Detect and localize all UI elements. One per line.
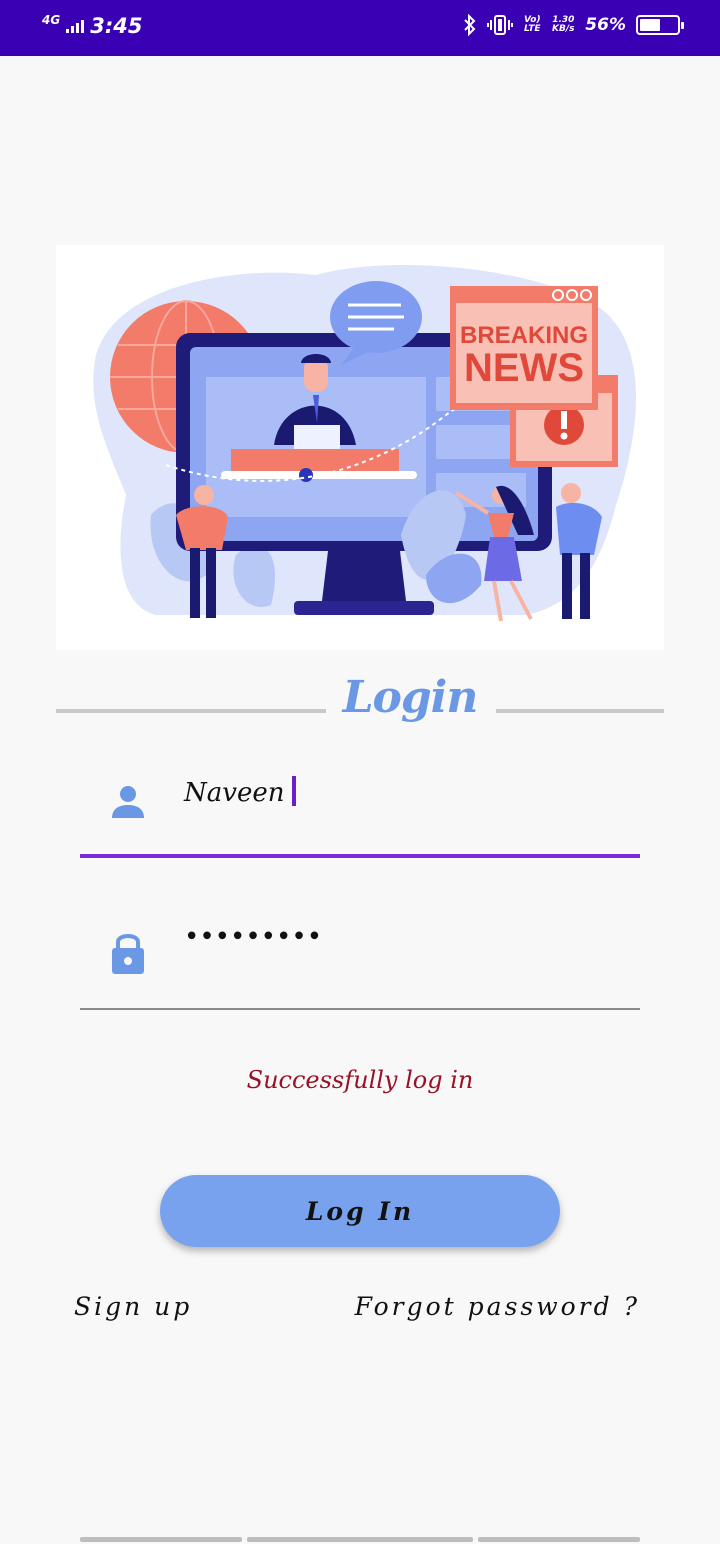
vibrate-icon (487, 15, 514, 35)
person-icon (112, 786, 144, 818)
password-field[interactable]: ••••••••• (80, 910, 640, 1010)
clock: 3:45 (90, 14, 143, 38)
username-underline (80, 854, 640, 858)
divider-right (496, 709, 664, 713)
battery-percent: 56% (585, 15, 626, 35)
signup-link[interactable]: Sign up (74, 1292, 192, 1321)
nav-segment-right[interactable] (478, 1537, 640, 1542)
news-illustration: BREAKING NEWS (56, 245, 664, 650)
password-input[interactable]: ••••••••• (184, 922, 322, 952)
speed-indicator: 1.30 KB/s (552, 15, 575, 34)
login-title: Login (342, 672, 479, 723)
login-status-message: Successfully log in (246, 1066, 474, 1094)
bluetooth-icon (464, 14, 476, 36)
password-underline (80, 1008, 640, 1010)
network-type: 4G (42, 13, 61, 27)
signal-icon (66, 19, 85, 33)
nav-segment-center[interactable] (247, 1537, 473, 1542)
login-button[interactable]: Log In (160, 1175, 560, 1247)
volte-indicator: Vo) LTE (523, 15, 541, 34)
lock-icon (112, 934, 144, 974)
breaking-text: BREAKING (460, 322, 588, 349)
username-input[interactable]: Naveen (184, 776, 297, 809)
username-value: Naveen (184, 778, 285, 808)
battery-level (640, 19, 661, 31)
text-cursor (292, 776, 297, 806)
username-field[interactable]: Naveen (80, 760, 640, 858)
forgot-password-link[interactable]: Forgot password ? (355, 1292, 640, 1321)
status-bar: 4G 3:45 Vo) LTE 1.30 KB/s 56% (0, 0, 720, 56)
news-text: NEWS (464, 346, 584, 390)
nav-segment-left[interactable] (80, 1537, 242, 1542)
divider-left (56, 709, 326, 713)
status-right: Vo) LTE 1.30 KB/s 56% (463, 14, 684, 36)
status-left: 4G 3:45 (42, 13, 143, 38)
battery-icon (636, 15, 684, 35)
